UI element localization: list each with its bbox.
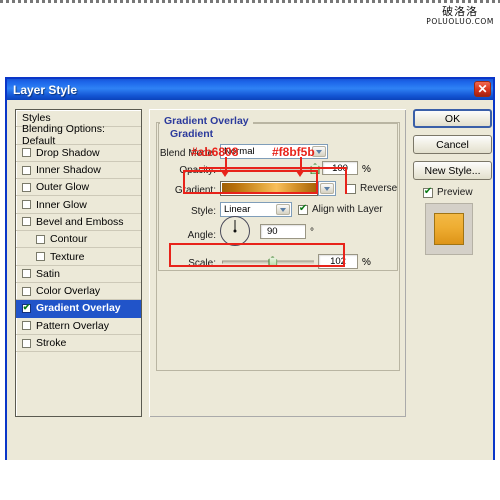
preview-swatch	[434, 213, 464, 245]
style-label: Style:	[190, 206, 216, 217]
new-style-button[interactable]: New Style...	[413, 161, 492, 180]
sidebar-item-satin[interactable]: Satin	[16, 266, 141, 283]
gradient-preview-bar[interactable]	[220, 181, 318, 196]
scale-slider[interactable]	[222, 255, 314, 268]
style-value: Linear	[224, 204, 251, 215]
checkbox-icon[interactable]	[36, 234, 45, 244]
opacity-value: 100	[332, 162, 348, 174]
styles-list[interactable]: Styles Blending Options: Default Drop Sh…	[15, 109, 142, 417]
checkbox-icon[interactable]	[346, 183, 356, 194]
gradient-picker-dropdown[interactable]	[318, 181, 336, 196]
sidebar-item-texture[interactable]: Texture	[16, 248, 141, 266]
cancel-button[interactable]: Cancel	[413, 135, 492, 154]
sidebar-item-label: Inner Shadow	[36, 164, 101, 177]
checkbox-icon-checked[interactable]: ✔	[22, 303, 31, 313]
preview-checkbox[interactable]: ✔ Preview	[423, 187, 497, 198]
watermark-en: POLUOLUO.COM	[426, 16, 494, 26]
panel-title: Gradient Overlay	[160, 115, 253, 127]
sidebar-item-blending-options[interactable]: Blending Options: Default	[16, 123, 141, 147]
opacity-label: Opacity:	[179, 165, 216, 176]
opacity-unit: %	[362, 164, 371, 175]
blend-mode-label: Blend Mode:	[159, 148, 216, 159]
sidebar-item-label: Color Overlay	[36, 285, 101, 298]
scale-label: Scale:	[188, 258, 216, 269]
sidebar-item-label: Texture	[50, 250, 85, 263]
gradient-fill	[222, 183, 316, 194]
close-icon[interactable]: ✕	[474, 81, 491, 97]
checkbox-icon[interactable]	[36, 252, 45, 262]
dialog-title: Layer Style	[13, 82, 78, 97]
gradient-group-title: Gradient	[166, 128, 218, 140]
reverse-checkbox[interactable]: Reverse	[346, 183, 397, 194]
layer-style-dialog: Layer Style ✕ Styles Blending Options: D…	[5, 77, 495, 460]
angle-value: 90	[267, 226, 278, 237]
angle-hub	[233, 229, 237, 233]
scale-unit: %	[362, 257, 371, 268]
checkbox-icon[interactable]	[22, 182, 31, 192]
sidebar-item-outer-glow[interactable]: Outer Glow	[16, 179, 141, 197]
checkbox-icon-checked[interactable]: ✔	[423, 187, 433, 198]
sidebar-item-gradient-overlay[interactable]: ✔ Gradient Overlay	[16, 300, 141, 318]
blend-mode-select[interactable]: Normal	[220, 144, 328, 159]
checkbox-icon[interactable]	[22, 148, 31, 158]
sidebar-item-label: Satin	[36, 267, 60, 280]
screenshot-root: 破洛洛 POLUOLUO.COM Layer Style ✕ Styles Bl…	[0, 0, 500, 500]
sidebar-item-label: Stroke	[36, 337, 67, 349]
sidebar-item-label: Contour	[50, 233, 88, 246]
chevron-down-icon[interactable]	[312, 146, 326, 157]
marquee-border	[0, 0, 500, 3]
checkbox-icon[interactable]	[22, 286, 31, 296]
sidebar-item-label: Bevel and Emboss	[36, 215, 124, 228]
scale-slider-thumb[interactable]	[268, 256, 278, 267]
checkbox-icon[interactable]	[22, 269, 31, 279]
checkbox-icon[interactable]	[22, 321, 31, 331]
angle-input[interactable]: 90	[260, 224, 306, 239]
style-select[interactable]: Linear	[220, 202, 292, 217]
scale-input[interactable]: 102	[318, 254, 358, 269]
gradient-label: Gradient:	[174, 185, 216, 196]
angle-label: Angle:	[187, 230, 216, 241]
dialog-actions: OK Cancel New Style... ✔ Preview	[413, 109, 497, 255]
sidebar-item-drop-shadow[interactable]: Drop Shadow	[16, 145, 141, 162]
checkbox-icon[interactable]	[22, 338, 31, 348]
angle-dial[interactable]	[220, 216, 250, 246]
ok-button[interactable]: OK	[413, 109, 492, 128]
watermark-cn: 破洛洛	[442, 5, 479, 18]
sidebar-item-label: Drop Shadow	[36, 146, 100, 159]
preview-swatch-box	[425, 203, 473, 255]
sidebar-item-stroke[interactable]: Stroke	[16, 335, 141, 353]
sidebar-item-label: Gradient Overlay	[36, 302, 121, 315]
checkbox-icon-checked[interactable]: ✔	[298, 204, 308, 215]
preview-label: Preview	[437, 187, 473, 198]
scale-slider-track	[222, 260, 314, 263]
opacity-slider[interactable]	[220, 162, 320, 175]
sidebar-item-contour[interactable]: Contour	[16, 231, 141, 249]
scale-value: 102	[330, 256, 346, 267]
chevron-down-icon[interactable]	[276, 204, 290, 215]
angle-unit: °	[310, 227, 314, 238]
gradient-overlay-panel: Gradient Overlay Gradient Blend Mode: No…	[149, 109, 406, 417]
sidebar-item-bevel-and-emboss[interactable]: Bevel and Emboss	[16, 214, 141, 232]
chevron-down-icon[interactable]	[320, 183, 334, 194]
align-with-layer-checkbox[interactable]: ✔ Align with Layer	[298, 204, 383, 215]
dialog-body: Styles Blending Options: Default Drop Sh…	[7, 100, 493, 460]
opacity-input[interactable]: 100	[322, 161, 358, 175]
sidebar-item-pattern-overlay[interactable]: Pattern Overlay	[16, 318, 141, 335]
blend-mode-value: Normal	[224, 146, 255, 157]
sidebar-item-label: Styles	[22, 112, 51, 125]
sidebar-item-label: Pattern Overlay	[36, 319, 109, 332]
align-with-layer-label: Align with Layer	[312, 204, 383, 215]
checkbox-icon[interactable]	[22, 217, 31, 227]
sidebar-item-label: Outer Glow	[36, 181, 90, 194]
reverse-label: Reverse	[360, 183, 398, 194]
watermark: 破洛洛 POLUOLUO.COM	[426, 6, 494, 25]
sidebar-item-inner-glow[interactable]: Inner Glow	[16, 196, 141, 214]
checkbox-icon[interactable]	[22, 200, 31, 210]
sidebar-item-inner-shadow[interactable]: Inner Shadow	[16, 162, 141, 180]
sidebar-item-color-overlay[interactable]: Color Overlay	[16, 283, 141, 301]
checkbox-icon[interactable]	[22, 165, 31, 175]
sidebar-item-label: Inner Glow	[36, 198, 87, 211]
dialog-titlebar[interactable]: Layer Style ✕	[7, 79, 493, 100]
opacity-slider-track	[220, 167, 318, 170]
